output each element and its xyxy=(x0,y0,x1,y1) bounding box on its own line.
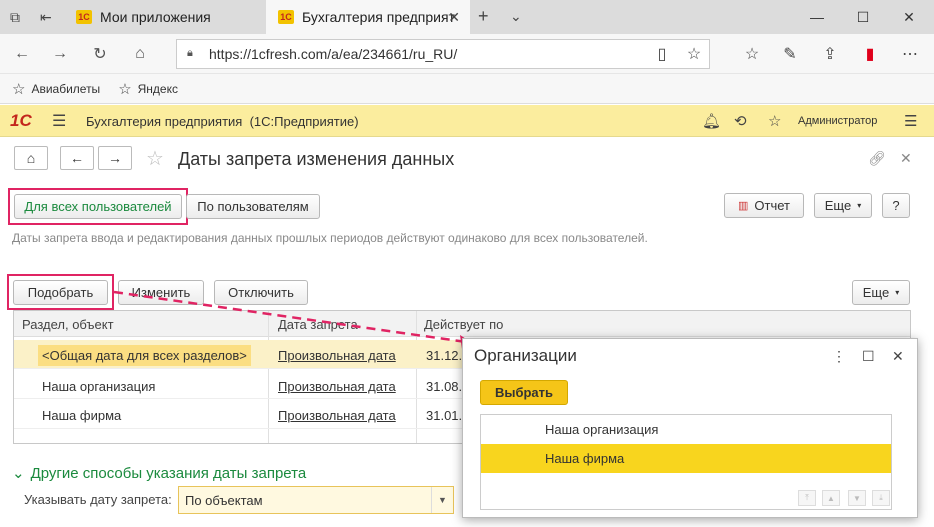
favorite-star-icon[interactable]: ☆ xyxy=(680,40,708,68)
tab-accounting[interactable]: 1C Бухгалтерия предприят ✕ xyxy=(266,0,470,34)
chevron-down-icon: ⌄ xyxy=(12,465,25,482)
chevron-down-icon: ▾ xyxy=(857,201,862,210)
specify-label: Указывать дату запрета: xyxy=(24,492,172,507)
tab-by-users[interactable]: По пользователям xyxy=(186,194,320,219)
kebab-menu-icon[interactable]: ⋮ xyxy=(832,348,846,365)
bell-icon[interactable]: 🔔︎ xyxy=(702,112,721,130)
list-item[interactable]: Наша организация xyxy=(481,415,891,444)
arrow-right-icon: → xyxy=(108,150,122,166)
description-text: Даты запрета ввода и редактирования данн… xyxy=(12,231,648,245)
menu-icon[interactable]: ☰ xyxy=(52,111,66,131)
more-icon[interactable]: ⋯ xyxy=(896,40,924,68)
lock-icon: 🔒︎ xyxy=(187,47,193,59)
home-icon: ⌂ xyxy=(26,150,36,166)
column-header[interactable]: Дата запрета xyxy=(278,317,358,332)
user-name[interactable]: Администратор xyxy=(798,115,877,127)
favorite-star-icon[interactable]: ☆ xyxy=(146,146,164,171)
chevron-down-icon[interactable]: ⌄ xyxy=(510,8,522,25)
star-icon[interactable]: ☆ xyxy=(768,112,781,130)
maximize-icon[interactable]: ☐ xyxy=(862,348,875,365)
history-icon[interactable]: ⟲ xyxy=(734,112,747,130)
table-cell-date[interactable]: Произвольная дата xyxy=(278,379,396,394)
list-item[interactable]: Наша фирма xyxy=(481,444,891,473)
url-text: https://1cfresh.com/a/ea/234661/ru_RU/ xyxy=(209,46,458,62)
forward-icon[interactable]: → xyxy=(46,40,74,68)
tab-label: Бухгалтерия предприят xyxy=(302,9,455,25)
pick-button[interactable]: Подобрать xyxy=(13,280,108,305)
specify-value: По объектам xyxy=(185,492,263,508)
scroll-top-icon[interactable]: ⤒ xyxy=(798,490,816,506)
table-cell-until[interactable]: 31.12. xyxy=(426,348,462,363)
page-title: Даты запрета изменения данных xyxy=(178,149,455,169)
tab-my-apps[interactable]: 1C Мои приложения xyxy=(64,0,264,34)
minimize-button[interactable]: — xyxy=(794,0,840,34)
new-tab-icon[interactable]: + xyxy=(478,6,489,27)
1c-logo[interactable]: 1С xyxy=(10,111,32,131)
specify-combo[interactable]: По объектам ▼ xyxy=(178,486,454,514)
tab-label: Мои приложения xyxy=(100,9,211,25)
share-icon[interactable]: ⇪ xyxy=(816,40,844,68)
app-title: Бухгалтерия предприятия (1С:Предприятие) xyxy=(86,114,359,129)
favorite-item[interactable]: ☆ Авиабилеты xyxy=(12,80,100,98)
close-icon[interactable]: ✕ xyxy=(892,348,904,365)
forward-button[interactable]: → xyxy=(98,146,132,170)
favorites-bar: ☆ Авиабилеты ☆ Яндекс xyxy=(0,74,934,104)
back-icon[interactable]: ← xyxy=(8,40,36,68)
tab-actions-icon[interactable]: ⧉ xyxy=(10,9,20,26)
report-icon: ▥ xyxy=(738,200,749,212)
scroll-down-icon[interactable]: ▼ xyxy=(848,490,866,506)
settings-menu-icon[interactable]: ☰ xyxy=(904,112,917,130)
home-icon[interactable]: ⌂ xyxy=(126,40,154,68)
home-button[interactable]: ⌂ xyxy=(14,146,48,170)
table-more-button[interactable]: Еще ▾ xyxy=(852,280,910,305)
favorite-item[interactable]: ☆ Яндекс xyxy=(118,80,178,98)
star-icon: ☆ xyxy=(118,80,132,98)
1c-favicon-icon: 1C xyxy=(278,10,294,24)
dropdown-arrow-icon[interactable]: ▼ xyxy=(431,487,453,513)
scroll-bottom-icon[interactable]: ⤓ xyxy=(872,490,890,506)
1c-favicon-icon: 1C xyxy=(76,10,92,24)
popup-title: Организации xyxy=(474,346,577,365)
refresh-icon[interactable]: ↻ xyxy=(86,40,114,68)
help-button[interactable]: ? xyxy=(882,193,910,218)
tab-all-users[interactable]: Для всех пользователей xyxy=(14,194,182,219)
favorites-list-icon[interactable]: ☆ xyxy=(738,40,766,68)
back-button[interactable]: ← xyxy=(60,146,94,170)
disable-button[interactable]: Отключить xyxy=(214,280,308,305)
table-cell-object[interactable]: Наша фирма xyxy=(42,408,121,423)
other-ways-group[interactable]: ⌄ Другие способы указания даты запрета xyxy=(12,464,306,482)
table-cell-object[interactable]: Наша организация xyxy=(42,379,155,394)
star-icon: ☆ xyxy=(12,80,26,98)
arrow-left-icon: ← xyxy=(70,150,84,166)
select-button[interactable]: Выбрать xyxy=(480,380,568,405)
bookmark-icon[interactable]: ▮ xyxy=(856,40,884,68)
table-cell-until[interactable]: 31.08. xyxy=(426,379,462,394)
url-field[interactable]: 🔒︎ https://1cfresh.com/a/ea/234661/ru_RU… xyxy=(176,39,710,69)
table-cell-until[interactable]: 31.01. xyxy=(426,408,462,423)
link-icon[interactable]: 🔗︎ xyxy=(868,150,886,167)
column-header[interactable]: Раздел, объект xyxy=(22,317,114,332)
column-header[interactable]: Действует по xyxy=(424,317,503,332)
reading-view-icon[interactable]: ▯ xyxy=(648,40,676,68)
more-button[interactable]: Еще ▾ xyxy=(814,193,872,218)
table-cell-date[interactable]: Произвольная дата xyxy=(278,408,396,423)
pen-icon[interactable]: ✎ xyxy=(776,40,804,68)
report-button[interactable]: ▥ Отчет xyxy=(724,193,804,218)
close-icon[interactable]: ✕ xyxy=(900,150,912,167)
close-icon[interactable]: ✕ xyxy=(448,9,460,26)
table-cell-object[interactable]: <Общая дата для всех разделов> xyxy=(38,345,251,366)
edit-button[interactable]: Изменить xyxy=(118,280,204,305)
tab-preview-icon[interactable]: ⇤ xyxy=(40,9,52,26)
scroll-up-icon[interactable]: ▲ xyxy=(822,490,840,506)
close-window-button[interactable]: ✕ xyxy=(886,0,932,34)
table-cell-date[interactable]: Произвольная дата xyxy=(278,348,396,363)
chevron-down-icon: ▾ xyxy=(895,288,900,297)
maximize-button[interactable]: ☐ xyxy=(840,0,886,34)
